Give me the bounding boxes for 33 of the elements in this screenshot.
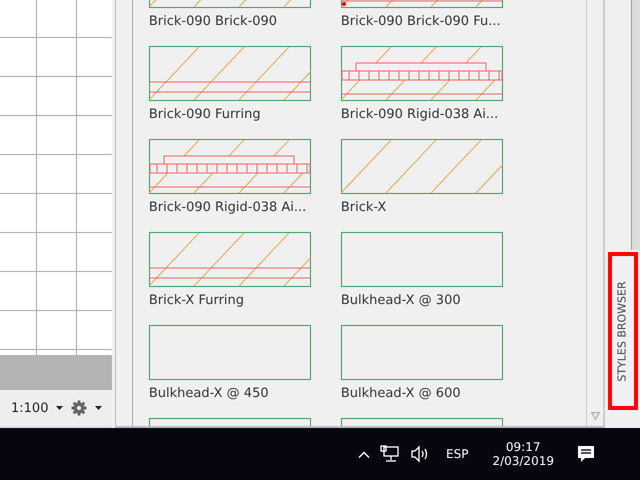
style-label: Brick-090 Brick-090 Fu...: [340, 14, 502, 31]
caret-icon[interactable]: [56, 406, 64, 410]
style-label: Bulkhead-X @ 600: [340, 386, 462, 403]
wall-style-swatch[interactable]: [340, 232, 503, 287]
wall-style-swatch[interactable]: [148, 139, 311, 194]
wall-style-swatch[interactable]: [340, 325, 503, 380]
wall-style-swatch[interactable]: [148, 46, 311, 101]
scrollbar[interactable]: [586, 0, 604, 426]
caret-icon[interactable]: [95, 406, 102, 410]
clock-date[interactable]: 2/03/2019: [492, 454, 554, 468]
notifications-icon[interactable]: [576, 444, 596, 464]
scroll-down-arrow-icon[interactable]: [590, 412, 600, 420]
network-icon[interactable]: [380, 445, 400, 463]
style-label: Brick-090 Furring: [148, 107, 262, 124]
style-label: Brick-090 Brick-090: [148, 14, 278, 31]
scale-dropdown[interactable]: 1:100: [11, 400, 48, 416]
settings-icon[interactable]: [71, 400, 88, 416]
drawing-canvas[interactable]: [0, 0, 112, 355]
wall-style-swatch[interactable]: [148, 232, 311, 287]
chevron-up-icon[interactable]: [358, 450, 370, 458]
style-label: Brick-X Furring: [148, 293, 246, 310]
speaker-icon[interactable]: [410, 445, 430, 463]
wall-style-swatch[interactable]: [148, 325, 311, 380]
style-label: Bulkhead-X @ 450: [148, 386, 270, 403]
wall-style-swatch[interactable]: [340, 139, 503, 194]
style-label: Brick-090 Rigid-038 Ai...: [148, 200, 308, 217]
style-label: Brick-090 Rigid-038 Ai...: [340, 107, 500, 124]
style-label: Bulkhead-X @ 300: [340, 293, 462, 310]
wall-style-swatch[interactable]: [340, 46, 503, 101]
clock-time[interactable]: 09:17: [506, 440, 540, 454]
styles-browser-tab[interactable]: STYLES BROWSER: [616, 280, 629, 382]
language-indicator[interactable]: ESP: [446, 447, 468, 461]
style-label: Brick-X: [340, 200, 388, 217]
